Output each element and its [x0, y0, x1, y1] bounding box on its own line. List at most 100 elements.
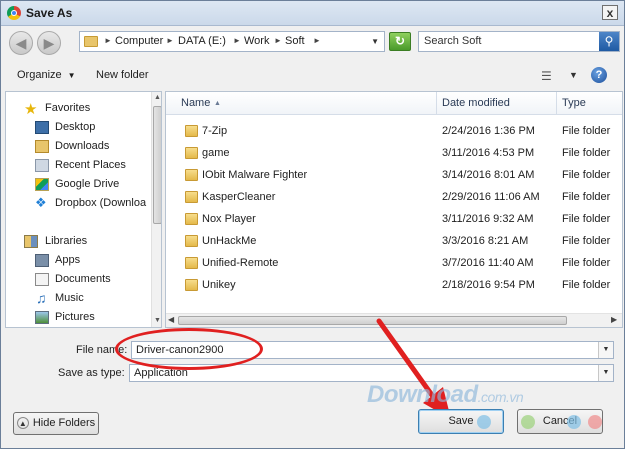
chevron-right-icon: ►	[233, 36, 241, 45]
watermark-dot	[588, 415, 602, 429]
organize-menu[interactable]: Organize ▼	[17, 69, 76, 81]
table-row[interactable]: KasperCleaner 2/29/2016 11:06 AM File fo…	[166, 186, 622, 208]
new-folder-button[interactable]: New folder	[96, 69, 149, 81]
folder-icon	[185, 257, 198, 269]
back-button[interactable]: ◀	[9, 31, 33, 55]
nav-label: Libraries	[45, 235, 88, 247]
search-box[interactable]: Search Soft ⚲	[418, 31, 620, 52]
watermark-suffix: .com.vn	[477, 389, 524, 405]
table-row[interactable]: Unified-Remote 3/7/2016 11:40 AM File fo…	[166, 252, 622, 274]
row-type: File folder	[562, 125, 611, 137]
title-bar: Save As x	[1, 1, 624, 26]
row-name: Unikey	[202, 279, 236, 291]
apps-library-icon	[35, 254, 49, 267]
hide-folders-button[interactable]: ▲ Hide Folders	[13, 412, 99, 435]
nav-label: Recent Places	[55, 159, 126, 171]
star-icon: ★	[24, 101, 38, 118]
downloads-folder-icon	[35, 140, 49, 153]
row-name: UnHackMe	[202, 235, 257, 247]
nav-label: Apps	[55, 254, 81, 266]
recent-places-icon	[35, 159, 49, 172]
hide-folders-label: Hide Folders	[32, 417, 96, 429]
watermark-logo: Download.com.vn	[367, 381, 524, 409]
nav-label: Music	[55, 292, 84, 304]
forward-button[interactable]: ▶	[37, 31, 61, 55]
row-name: IObit Malware Fighter	[202, 169, 308, 181]
row-type: File folder	[562, 279, 611, 291]
row-type: File folder	[562, 169, 611, 181]
table-row[interactable]: Unikey 2/18/2016 9:54 PM File folder	[166, 274, 622, 296]
row-date: 3/3/2016 8:21 AM	[442, 235, 529, 247]
nav-label: Documents	[55, 273, 111, 285]
row-date: 3/11/2016 9:32 AM	[442, 213, 534, 225]
chevron-right-icon: ►	[104, 36, 112, 45]
breadcrumb-drive[interactable]: DATA (E:)	[178, 35, 226, 47]
annotation-ellipse	[115, 328, 263, 370]
navigation-pane: ★ Favorites Desktop Downloads Recent Pla…	[5, 91, 162, 328]
row-date: 2/24/2016 1:36 PM	[442, 125, 535, 137]
table-row[interactable]: UnHackMe 3/3/2016 8:21 AM File folder	[166, 230, 622, 252]
folder-icon	[185, 169, 198, 181]
documents-icon	[35, 273, 49, 286]
folder-icon	[84, 36, 98, 47]
folder-icon	[185, 125, 198, 137]
scroll-down-icon[interactable]: ▼	[152, 315, 161, 327]
view-options-icon[interactable]: ☰	[541, 69, 552, 83]
row-name: KasperCleaner	[202, 191, 276, 203]
breadcrumb-soft[interactable]: Soft	[285, 35, 305, 47]
row-date: 2/18/2016 9:54 PM	[442, 279, 535, 291]
chevron-right-icon: ►	[166, 36, 174, 45]
column-date-modified[interactable]: Date modified	[442, 97, 510, 109]
column-name[interactable]: Name	[181, 97, 210, 109]
close-button[interactable]: x	[602, 5, 618, 20]
row-date: 2/29/2016 11:06 AM	[442, 191, 540, 203]
scroll-up-icon[interactable]: ▲	[152, 92, 161, 104]
scrollbar-thumb[interactable]	[153, 106, 161, 224]
music-icon: ♫	[36, 290, 47, 306]
row-name: Unified-Remote	[202, 257, 279, 269]
row-type: File folder	[562, 147, 611, 159]
row-name: Nox Player	[202, 213, 256, 225]
organize-label: Organize	[17, 69, 62, 81]
breadcrumb-work[interactable]: Work	[244, 35, 269, 47]
folder-icon	[185, 235, 198, 247]
table-row[interactable]: Nox Player 3/11/2016 9:32 AM File folder	[166, 208, 622, 230]
chevron-down-icon[interactable]: ▼	[598, 365, 613, 381]
breadcrumb-computer[interactable]: Computer	[115, 35, 163, 47]
view-dropdown-icon[interactable]: ▼	[569, 70, 578, 80]
chrome-icon	[7, 6, 21, 20]
search-input[interactable]: Search Soft	[424, 35, 481, 47]
table-row[interactable]: 7-Zip 2/24/2016 1:36 PM File folder	[166, 120, 622, 142]
help-icon[interactable]: ?	[591, 67, 607, 83]
chevron-down-icon[interactable]: ▼	[598, 342, 613, 358]
folder-icon	[185, 147, 198, 159]
pictures-icon	[35, 311, 49, 324]
libraries-icon	[24, 235, 38, 248]
nav-label: Dropbox (Downloa	[55, 197, 147, 209]
scroll-left-icon[interactable]: ◀	[168, 315, 174, 324]
row-type: File folder	[562, 191, 611, 203]
row-name: 7-Zip	[202, 125, 228, 137]
table-row[interactable]: game 3/11/2016 4:53 PM File folder	[166, 142, 622, 164]
row-type: File folder	[562, 257, 611, 269]
chevron-right-icon: ►	[274, 36, 282, 45]
refresh-button[interactable]: ↻	[389, 32, 411, 51]
row-type: File folder	[562, 235, 611, 247]
folder-icon	[185, 191, 198, 203]
file-list: Name ▲ Date modified Type 7-Zip 2/24/201…	[165, 91, 623, 328]
desktop-icon	[35, 121, 49, 134]
save-as-dialog: Save As x ◀ ▶ ► Computer ► DATA (E:) ► W…	[0, 0, 625, 449]
scroll-right-icon[interactable]: ▶	[611, 315, 617, 324]
save-button[interactable]: Save	[418, 409, 504, 434]
address-bar[interactable]: ► Computer ► DATA (E:) ► Work ► Soft ► ▼	[79, 31, 385, 52]
watermark-dot	[477, 415, 491, 429]
address-dropdown-icon[interactable]: ▼	[371, 37, 379, 46]
search-icon[interactable]: ⚲	[599, 32, 619, 51]
nav-scrollbar[interactable]: ▲ ▼	[151, 92, 161, 327]
watermark-text: Download	[367, 381, 478, 408]
column-type[interactable]: Type	[562, 97, 586, 109]
chevron-right-icon: ►	[313, 36, 321, 45]
watermark-dot	[521, 415, 535, 429]
table-row[interactable]: IObit Malware Fighter 3/14/2016 8:01 AM …	[166, 164, 622, 186]
nav-label: Pictures	[55, 311, 95, 323]
